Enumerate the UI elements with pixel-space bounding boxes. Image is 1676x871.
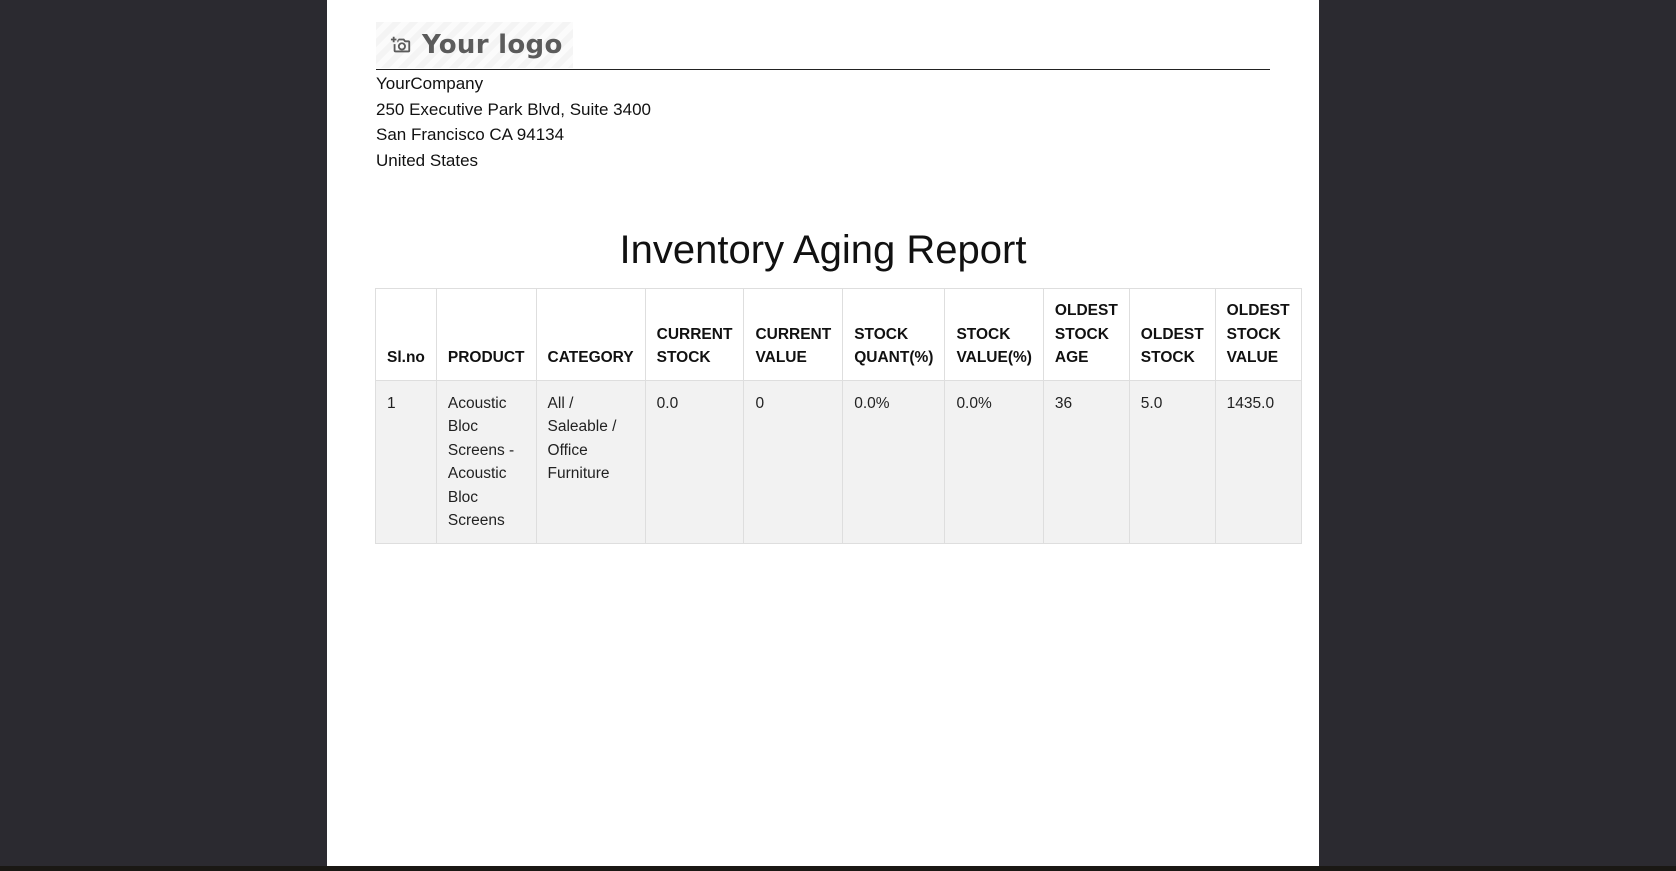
logo-text: Your logo: [422, 30, 563, 60]
cell-current-stock: 0.0: [644, 379, 745, 544]
column-header-slno: Sl.no: [375, 288, 437, 381]
table-header-row: Sl.no PRODUCT CATEGORY CURRENT STOCK CUR…: [375, 288, 1302, 381]
column-header-oldest-stock-age: OLDEST STOCK AGE: [1042, 288, 1130, 381]
cell-stock-quant: 0.0%: [842, 379, 946, 544]
cell-stock-value: 0.0%: [944, 379, 1044, 544]
camera-plus-icon: [390, 36, 411, 53]
cell-oldest-stock-age: 36: [1042, 379, 1130, 544]
viewer-bottom-edge: [0, 866, 1676, 871]
column-header-current-stock: CURRENT STOCK: [644, 288, 745, 381]
report-title: Inventory Aging Report: [619, 228, 1027, 272]
column-header-category: CATEGORY: [535, 288, 646, 381]
column-header-product: PRODUCT: [435, 288, 537, 381]
cell-oldest-stock: 5.0: [1128, 379, 1216, 544]
cell-oldest-stock-value: 1435.0: [1214, 379, 1302, 544]
cell-product: Acoustic Bloc Screens - Acoustic Bloc Sc…: [435, 379, 537, 544]
column-header-current-value: CURRENT VALUE: [743, 288, 844, 381]
report-page: Your logo YourCompany 250 Executive Park…: [327, 0, 1319, 866]
cell-current-value: 0: [743, 379, 844, 544]
column-header-oldest-stock-value: OLDEST STOCK VALUE: [1214, 288, 1302, 381]
company-name: YourCompany: [376, 74, 484, 93]
column-header-stock-value: STOCK VALUE(%): [944, 288, 1044, 381]
document-viewer: Your logo YourCompany 250 Executive Park…: [0, 0, 1676, 871]
company-address: YourCompany 250 Executive Park Blvd, Sui…: [376, 71, 1270, 173]
company-logo: Your logo: [376, 22, 573, 68]
cell-slno: 1: [375, 379, 437, 544]
address-line-2: San Francisco CA 94134: [376, 125, 565, 144]
address-country: United States: [376, 150, 479, 170]
column-header-oldest-stock: OLDEST STOCK: [1128, 288, 1216, 381]
company-header: Your logo YourCompany 250 Executive Park…: [376, 22, 1270, 173]
table-row: 1 Acoustic Bloc Screens - Acoustic Bloc …: [375, 379, 1302, 544]
cell-category: All / Saleable / Office Furniture: [535, 379, 646, 544]
header-divider: [376, 69, 1270, 70]
inventory-aging-table: Sl.no PRODUCT CATEGORY CURRENT STOCK CUR…: [375, 288, 1302, 544]
column-header-stock-quant: STOCK QUANT(%): [842, 288, 946, 381]
address-line-1: 250 Executive Park Blvd, Suite 3400: [376, 99, 651, 119]
